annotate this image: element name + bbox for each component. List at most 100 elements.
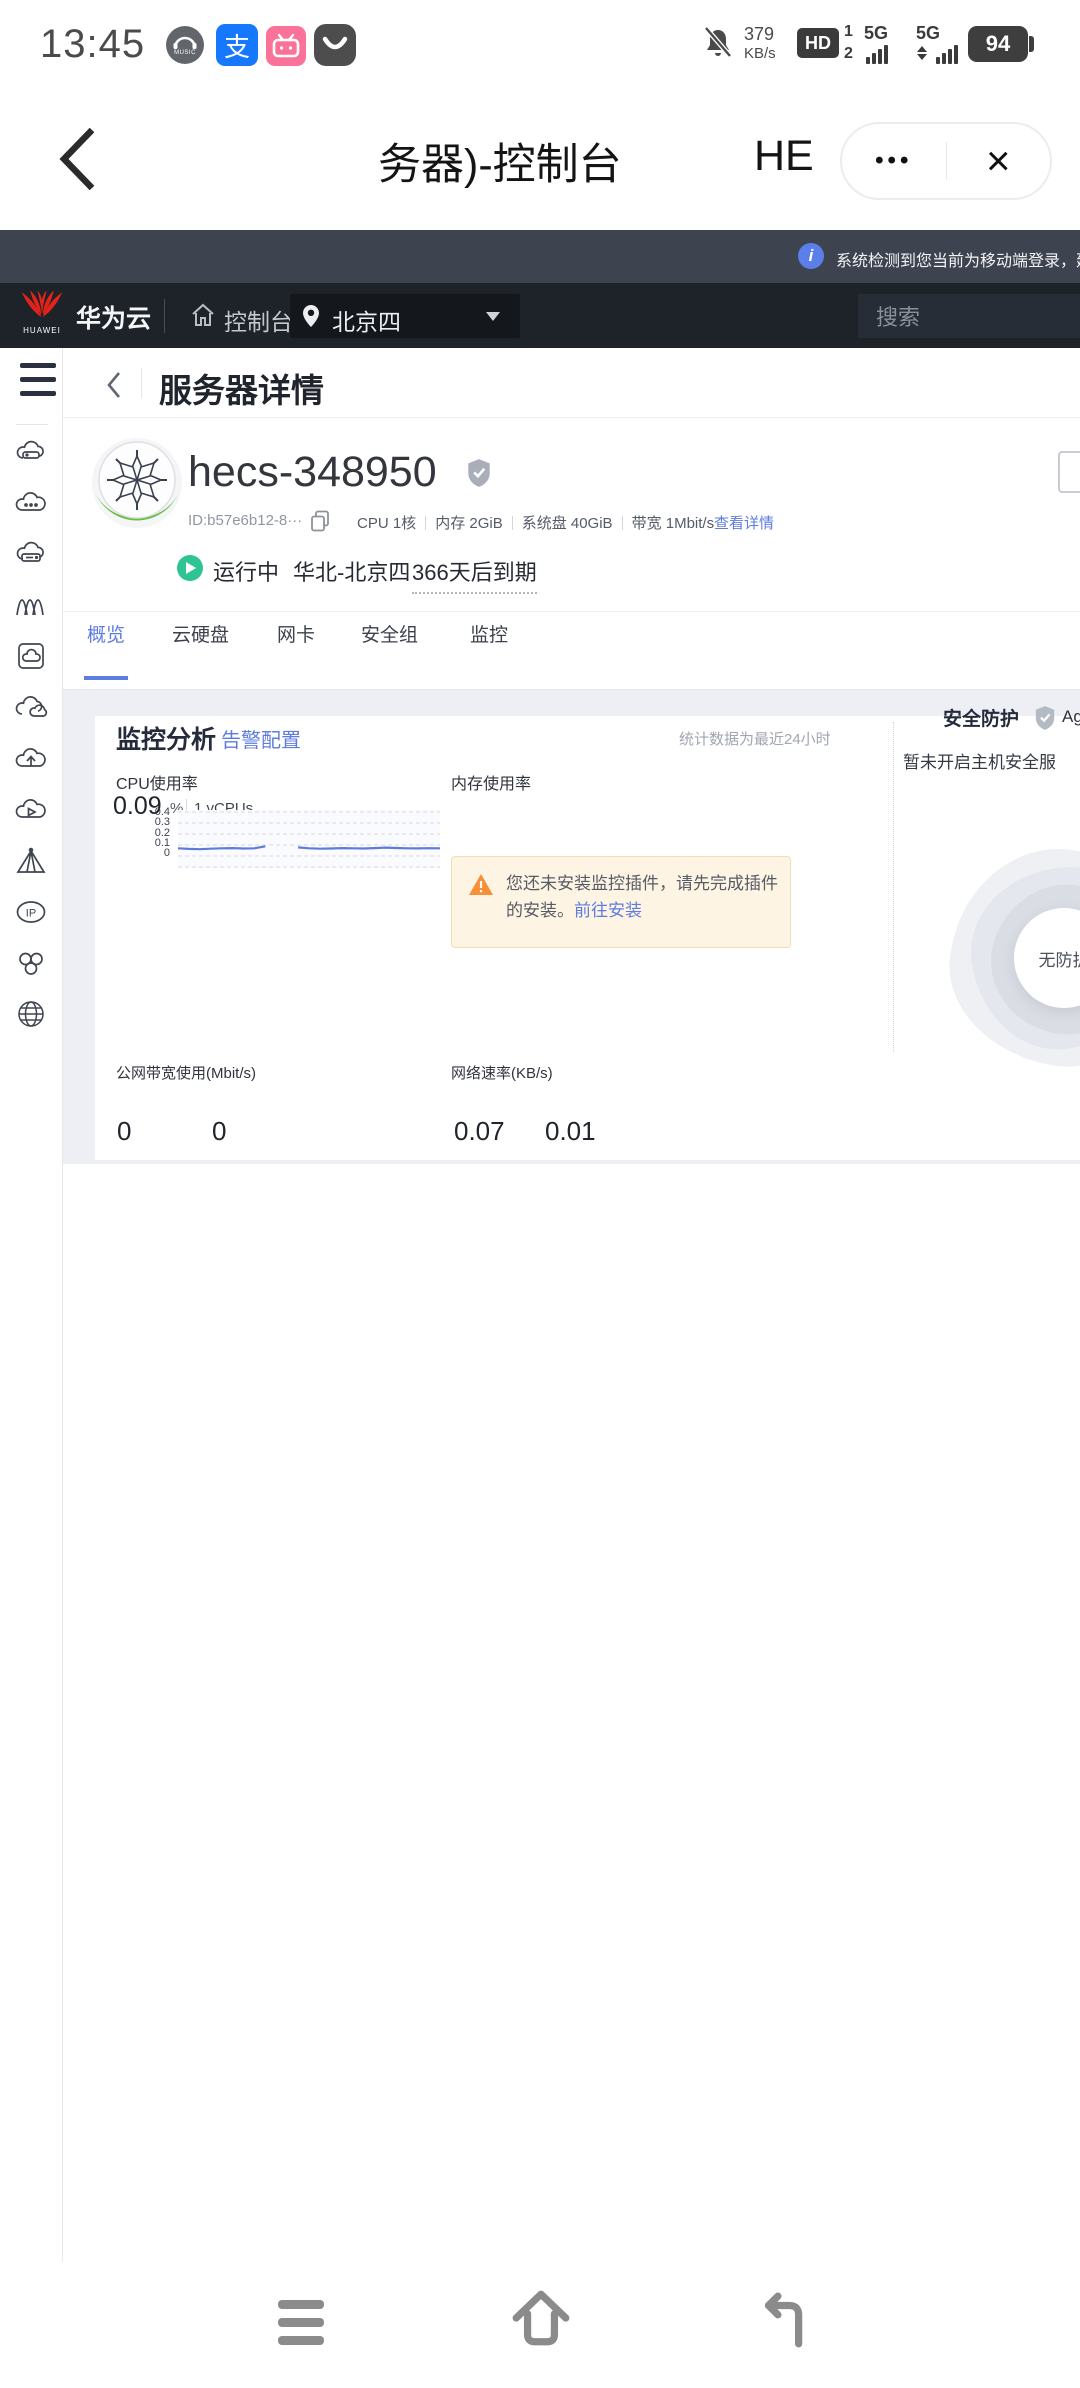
notice-text: 系统检测到您当前为移动端登录，建议您使用PC端登录，以获得更优体验 (836, 247, 1080, 271)
cpu-chart-yticks: 0.40.3 0.20.1 0 (140, 807, 170, 858)
huawei-caption: HUAWEI (16, 326, 68, 335)
server-status: 运行中 (213, 555, 279, 587)
sim1-signal-icon (866, 44, 888, 64)
sim1-number: 1 (844, 24, 853, 40)
security-title: 安全防护 (943, 704, 1019, 731)
spec-disk: 系统盘 40GiB (522, 512, 613, 533)
sidebar-menu-button[interactable] (20, 363, 56, 396)
sim2-signal-icon (936, 44, 958, 64)
shield-check-icon (466, 458, 492, 488)
server-region: 华北-北京四 (293, 555, 410, 587)
status-time: 13:45 (40, 22, 145, 67)
security-shield-icon (1034, 705, 1056, 731)
cloud-server-icon[interactable] (14, 437, 48, 467)
tab-disks[interactable]: 云硬盘 (172, 620, 229, 647)
install-plugin-link[interactable]: 前往安装 (574, 901, 642, 920)
breadcrumb-border (63, 417, 1080, 418)
tab-nics[interactable]: 网卡 (277, 620, 315, 647)
chevron-down-icon (486, 312, 500, 321)
spec-bandwidth: 带宽 1Mbit/s (632, 512, 715, 533)
console-header: HUAWEI 华为云 控制台 北京四 搜索 (0, 283, 1080, 348)
spec-cpu: CPU 1核 (357, 512, 416, 533)
bandwidth-value-1: 0 (117, 1116, 131, 1147)
page-title: 服务器详情 (159, 364, 324, 412)
expiry-text[interactable]: 366天后到期 (412, 555, 537, 594)
eip-icon[interactable]: IP (14, 897, 48, 927)
auto-scaling-icon[interactable] (14, 590, 48, 620)
smile-app-icon (314, 24, 356, 66)
smile-icon (320, 33, 350, 57)
cpu-usage-label: CPU使用率 (116, 770, 198, 794)
info-icon: i (798, 243, 824, 269)
cloud-more-icon[interactable] (14, 488, 48, 518)
cloud-upload-icon[interactable] (14, 744, 48, 774)
location-pin-icon (302, 304, 320, 328)
agent-label: Ag (1062, 707, 1080, 727)
browser-page-title: 务器)-控制台 (378, 130, 622, 192)
cluster-icon[interactable] (14, 948, 48, 978)
notifications-muted-icon (702, 26, 734, 60)
protection-badge-text: 无防护 (1039, 946, 1080, 971)
browser-back-icon[interactable] (56, 126, 102, 192)
console-link[interactable]: 控制台 (224, 303, 293, 337)
view-details-link[interactable]: 查看详情 (714, 512, 774, 533)
cloud-media-icon[interactable] (14, 795, 48, 825)
music-caption: MUSIC (174, 50, 196, 56)
alipay-glyph: 支 (224, 27, 250, 64)
server-id: ID:b57e6b12-8··· (188, 512, 302, 529)
speed-value: 379 (744, 24, 776, 44)
breadcrumb-divider (141, 368, 142, 398)
region-value: 北京四 (332, 303, 401, 337)
search-input[interactable]: 搜索 (858, 294, 1080, 338)
tab-monitoring[interactable]: 监控 (470, 620, 508, 647)
nav-home-button[interactable] (510, 2288, 572, 2350)
os-avatar (90, 436, 184, 535)
monitor-title: 监控分析 (116, 720, 216, 756)
search-placeholder: 搜索 (876, 300, 920, 332)
network-speed: 379 KB/s (744, 24, 776, 64)
bilibili-tv-icon (272, 33, 300, 59)
server-specs: CPU 1核 内存 2GiB 系统盘 40GiB 带宽 1Mbit/s (357, 512, 714, 533)
warning-text: 您还未安装监控插件，请先完成插件的安装。前往安装 (506, 870, 778, 924)
screen: 13:45 MUSIC 支 379 KB/s HD 1 2 5G (0, 0, 1080, 2388)
image-service-icon[interactable] (14, 641, 48, 671)
bilibili-app-icon (266, 26, 306, 66)
network-rate-value-2: 0.01 (545, 1116, 596, 1147)
cloud-backup-icon[interactable] (14, 693, 48, 723)
sidebar-divider (16, 424, 48, 425)
clipped-action-button[interactable] (1058, 451, 1080, 493)
sim2-net-type: 5G (916, 24, 940, 42)
sidebar-border (62, 348, 63, 2262)
section-border (63, 611, 1080, 612)
page-back-icon[interactable] (104, 370, 124, 400)
tab-overview[interactable]: 概览 (87, 620, 125, 647)
tab-security-groups[interactable]: 安全组 (361, 620, 418, 647)
sim1-net-type: 5G (864, 24, 888, 42)
region-selector[interactable]: 北京四 (290, 294, 520, 338)
running-status-icon (177, 555, 203, 581)
monitor-plugin-warning: 您还未安装监控插件，请先完成插件的安装。前往安装 (451, 856, 791, 948)
nav-menu-button[interactable] (278, 2300, 324, 2345)
vpc-globe-icon[interactable] (14, 999, 48, 1029)
alarm-config-link[interactable]: 告警配置 (221, 724, 301, 753)
nav-back-button[interactable] (752, 2292, 810, 2348)
more-menu-button[interactable]: ••• (842, 147, 946, 175)
data-activity-icon (917, 46, 927, 60)
copy-icon[interactable] (310, 510, 330, 532)
home-icon[interactable] (190, 302, 216, 328)
network-rate-label: 网络速率(KB/s) (451, 1062, 553, 1083)
active-tab-underline (84, 676, 128, 680)
headphone-icon (172, 34, 198, 50)
brand-name[interactable]: 华为云 (76, 299, 151, 335)
server-name: hecs-348950 (188, 448, 437, 497)
mobile-login-notice-bar: i 系统检测到您当前为移动端登录，建议您使用PC端登录，以获得更优体验 (0, 230, 1080, 283)
browser-capsule: ••• × (840, 122, 1052, 200)
browser-title-overflow: HE (754, 132, 814, 181)
cloud-host-icon[interactable] (14, 539, 48, 569)
alipay-app-icon: 支 (216, 24, 258, 66)
battery-nub (1029, 36, 1034, 52)
cpu-sparkline-plot (178, 810, 440, 868)
dedicated-host-icon[interactable] (14, 846, 48, 876)
sim2-number: 2 (844, 46, 853, 62)
close-button[interactable]: × (947, 140, 1051, 182)
